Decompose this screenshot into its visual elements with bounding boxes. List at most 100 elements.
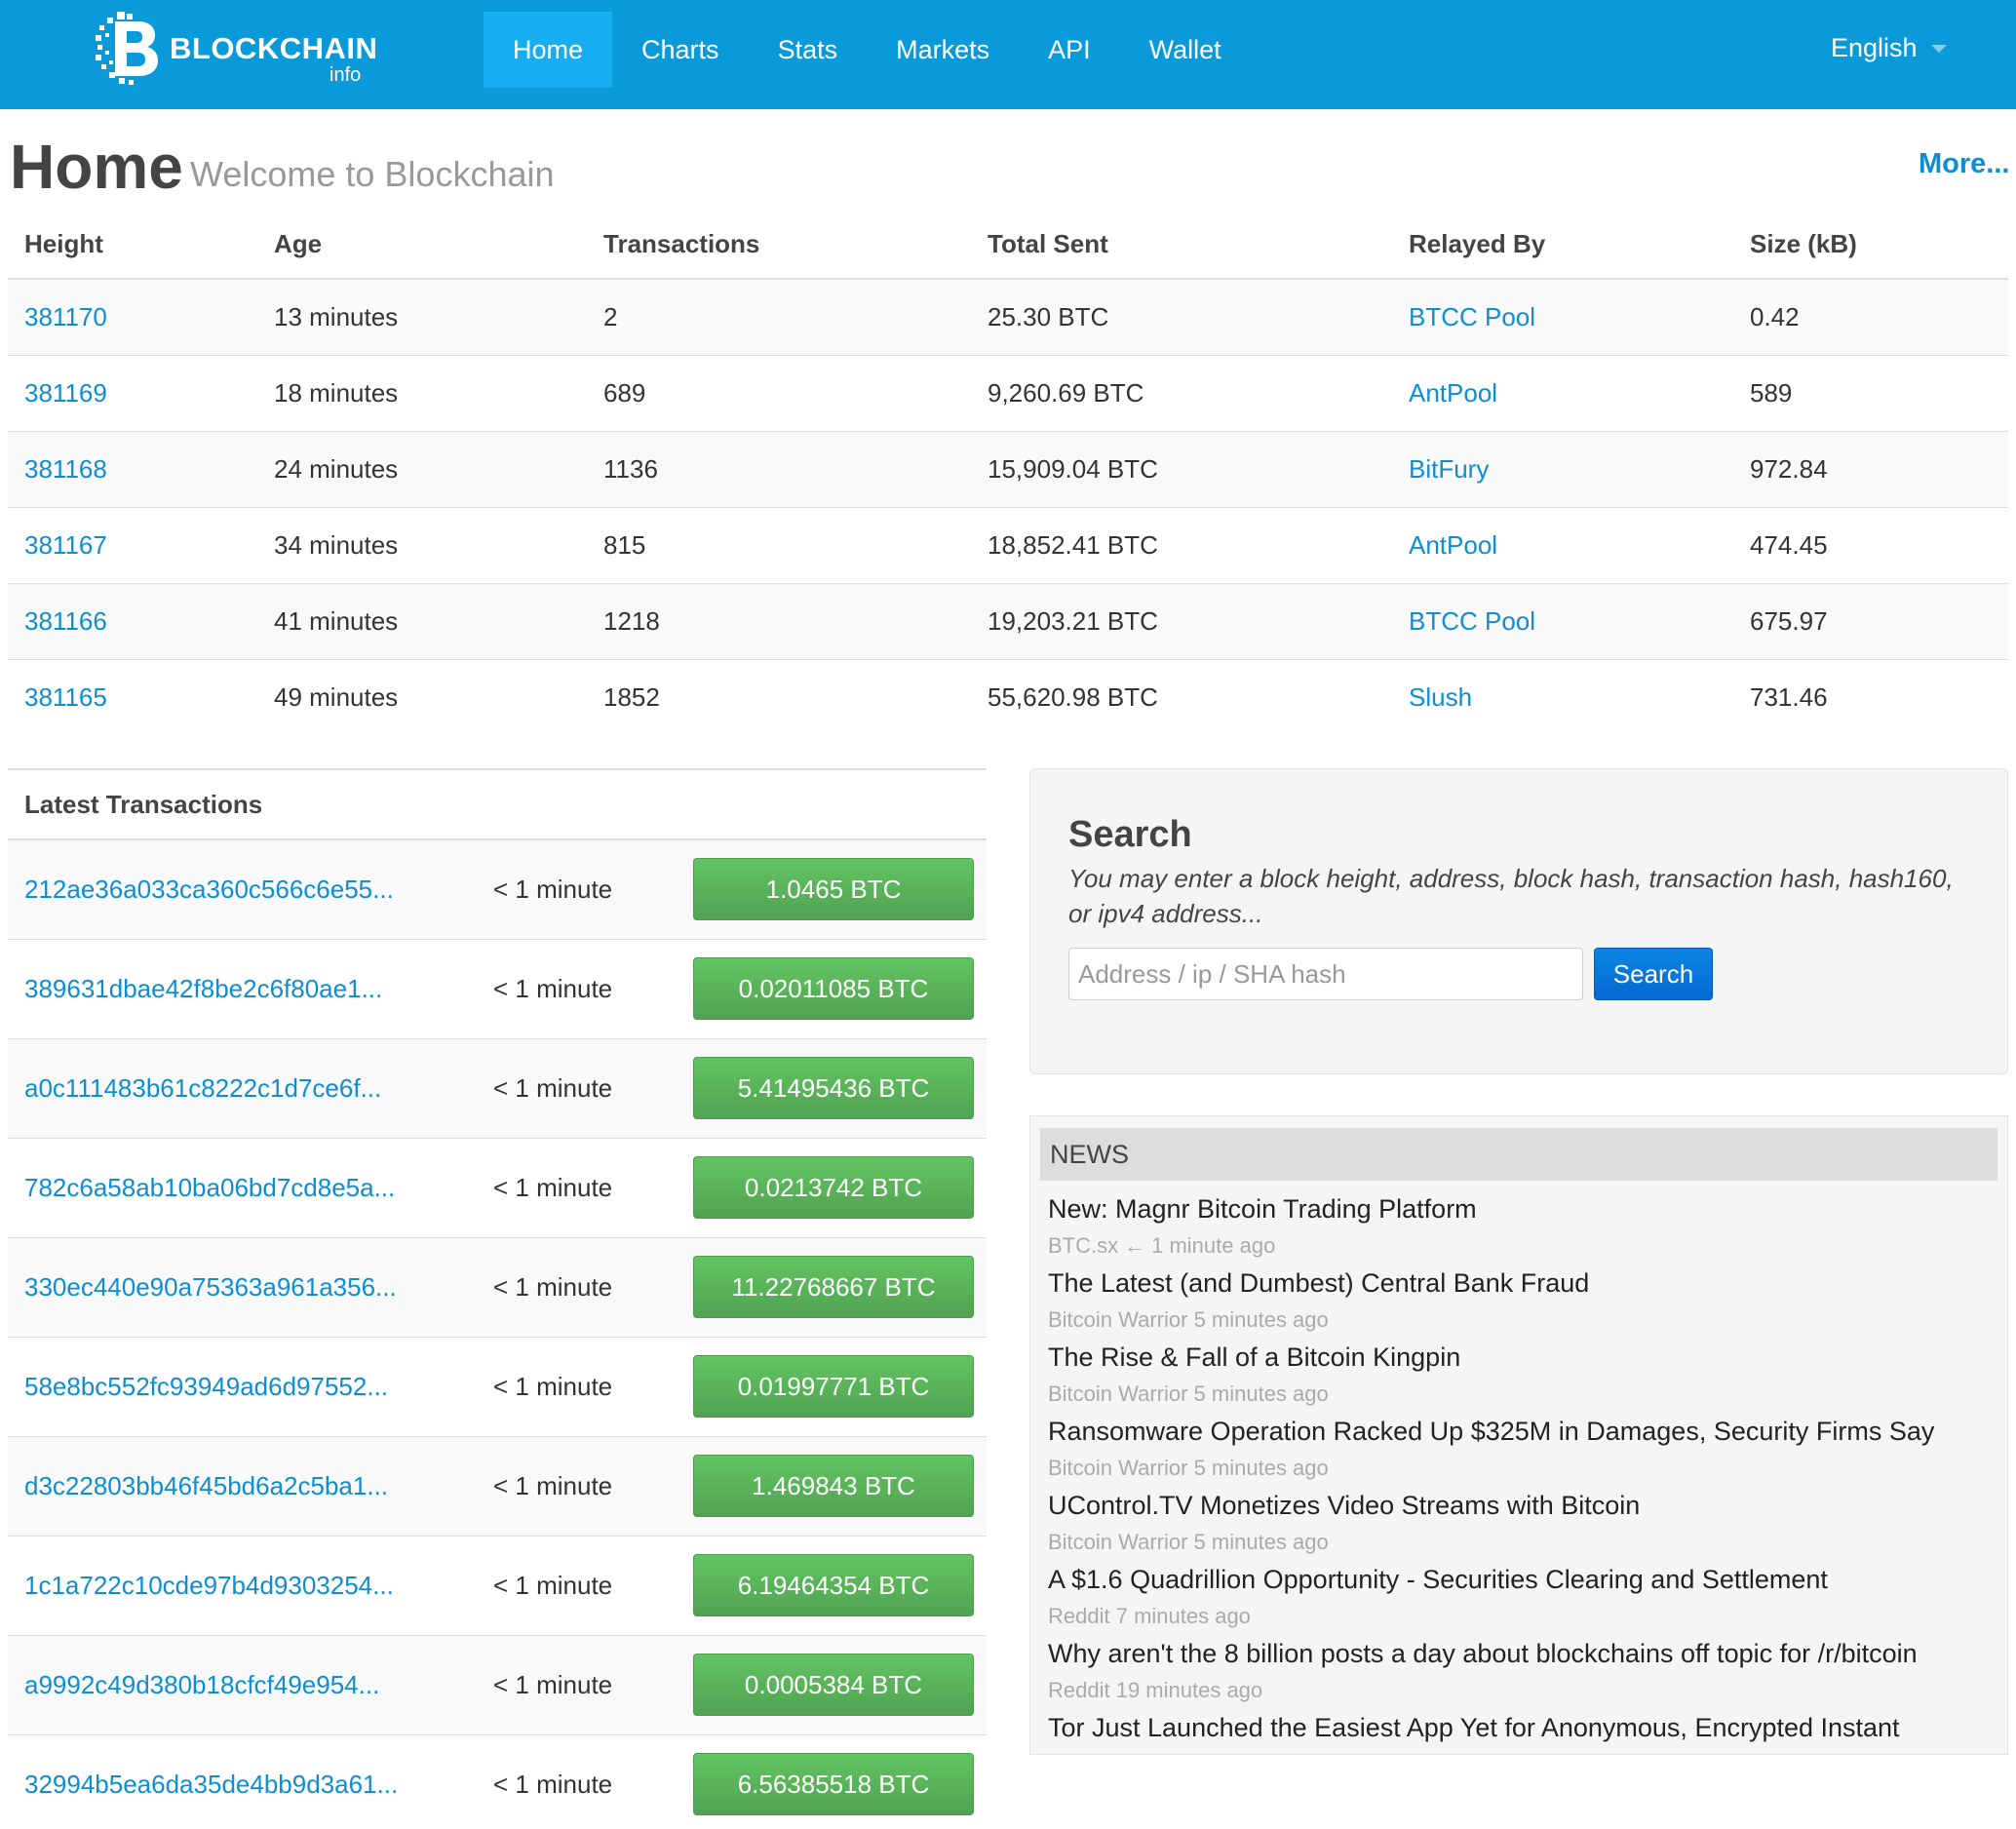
nav-wallet[interactable]: Wallet [1120,12,1251,88]
news-meta: Reddit 7 minutes ago [1048,1598,2003,1635]
block-age: 49 minutes [257,658,587,735]
transaction-age: < 1 minute [493,1435,693,1536]
news-time: 5 minutes ago [1193,1381,1329,1406]
relayed-by-link[interactable]: BitFury [1409,454,1489,484]
transaction-amount-button[interactable]: 6.19464354 BTC [693,1554,974,1616]
news-meta: Bitcoin Warrior 5 minutes ago [1048,1376,2003,1413]
transaction-age: < 1 minute [493,1733,693,1829]
block-height-link[interactable]: 381170 [24,302,107,331]
transaction-age: < 1 minute [493,1137,693,1237]
news-headline-link[interactable]: UControl.TV Monetizes Video Streams with… [1048,1487,2003,1524]
transaction-amount-button[interactable]: 6.56385518 BTC [693,1753,974,1816]
news-headline-link[interactable]: Why aren't the 8 billion posts a day abo… [1048,1635,2003,1672]
block-height-link[interactable]: 381169 [24,378,107,408]
news-item: The Rise & Fall of a Bitcoin Kingpin Bit… [1048,1339,2003,1413]
transaction-hash-link[interactable]: 782c6a58ab10ba06bd7cd8e5a... [24,1173,395,1202]
relayed-by-link[interactable]: Slush [1409,682,1472,712]
news-time: 1 minute ago [1151,1233,1276,1258]
table-row: 1c1a722c10cde97b4d9303254... < 1 minute … [8,1535,987,1635]
nav-home[interactable]: Home [484,12,613,88]
relayed-by-link[interactable]: AntPool [1409,530,1497,560]
news-item: A $1.6 Quadrillion Opportunity - Securit… [1048,1561,2003,1635]
language-dropdown[interactable]: English [1831,33,1947,63]
transaction-amount-button[interactable]: 0.02011085 BTC [693,957,974,1020]
blockchain-logo-icon [96,12,158,85]
transaction-amount-button[interactable]: 1.0465 BTC [693,858,974,921]
transaction-amount-button[interactable]: 1.469843 BTC [693,1455,974,1517]
block-size: 675.97 [1733,582,2008,659]
relayed-by-link[interactable]: AntPool [1409,378,1497,408]
nav-charts[interactable]: Charts [612,12,749,88]
transaction-age: < 1 minute [493,1236,693,1337]
search-title: Search [1068,814,1192,855]
table-row: 381169 18 minutes 689 9,260.69 BTC AntPo… [8,354,2008,431]
block-transactions: 2 [587,278,971,355]
relayed-by-link[interactable]: BTCC Pool [1409,606,1535,636]
news-item: Ransomware Operation Racked Up $325M in … [1048,1413,2003,1487]
block-age: 18 minutes [257,354,587,431]
nav-stats[interactable]: Stats [749,12,868,88]
news-time: 5 minutes ago [1193,1530,1329,1554]
transaction-hash-link[interactable]: 1c1a722c10cde97b4d9303254... [24,1571,394,1600]
news-meta: Reddit 19 minutes ago [1048,1672,2003,1709]
news-time: 7 minutes ago [1115,1604,1251,1628]
news-meta: Bitcoin Warrior 5 minutes ago [1048,1450,2003,1487]
search-panel: Search You may enter a block height, add… [1029,768,2008,1074]
news-headline-link[interactable]: The Rise & Fall of a Bitcoin Kingpin [1048,1339,2003,1376]
nav-api[interactable]: API [1019,12,1120,88]
column-header-total-sent: Total Sent [971,211,1392,280]
more-link[interactable]: More... [1919,148,2009,180]
transaction-age: < 1 minute [493,938,693,1038]
news-headline-link[interactable]: The Latest (and Dumbest) Central Bank Fr… [1048,1265,2003,1302]
transaction-hash-link[interactable]: 212ae36a033ca360c566c6e55... [24,875,394,904]
news-headline-link[interactable]: Ransomware Operation Racked Up $325M in … [1048,1413,2003,1450]
transaction-hash-link[interactable]: 32994b5ea6da35de4bb9d3a61... [24,1770,398,1799]
brand-subtitle: info [330,64,362,86]
news-headline-link[interactable]: Tor Just Launched the Easiest App Yet fo… [1048,1709,2003,1746]
transaction-hash-link[interactable]: 58e8bc552fc93949ad6d97552... [24,1372,388,1401]
block-height-link[interactable]: 381167 [24,530,107,560]
block-transactions: 1218 [587,582,971,659]
transaction-hash-link[interactable]: a0c111483b61c8222c1d7ce6f... [24,1073,381,1103]
brand-logo-link[interactable]: BLOCKCHAIN info [96,12,378,86]
search-button[interactable]: Search [1594,948,1713,1000]
block-age: 41 minutes [257,582,587,659]
transaction-age: < 1 minute [493,1535,693,1635]
block-total-sent: 19,203.21 BTC [971,582,1392,659]
transaction-hash-link[interactable]: 330ec440e90a75363a961a356... [24,1272,397,1302]
transaction-hash-link[interactable]: 389631dbae42f8be2c6f80ae1... [24,974,382,1003]
relayed-by-link[interactable]: BTCC Pool [1409,302,1535,331]
news-meta: Bitcoin Warrior 5 minutes ago [1048,1524,2003,1561]
search-help-text: You may enter a block height, address, b… [1068,864,1954,928]
block-age: 13 minutes [257,278,587,355]
table-row: 381168 24 minutes 1136 15,909.04 BTC Bit… [8,430,2008,507]
main-nav: Home Charts Stats Markets API Wallet [484,12,1251,88]
transaction-amount-button[interactable]: 0.01997771 BTC [693,1355,974,1418]
block-height-link[interactable]: 381165 [24,682,107,712]
news-source: Reddit [1048,1604,1110,1628]
latest-transactions-title: Latest Transactions [8,768,987,840]
news-item: New: Magnr Bitcoin Trading Platform BTC.… [1048,1190,2003,1265]
transaction-amount-button[interactable]: 11.22768667 BTC [693,1256,974,1318]
news-list: New: Magnr Bitcoin Trading Platform BTC.… [1048,1190,2003,1754]
transaction-hash-link[interactable]: a9992c49d380b18cfcf49e954... [24,1670,379,1699]
news-headline-link[interactable]: New: Magnr Bitcoin Trading Platform [1048,1190,2003,1227]
block-height-link[interactable]: 381168 [24,454,107,484]
news-headline-link[interactable]: A $1.6 Quadrillion Opportunity - Securit… [1048,1561,2003,1598]
nav-markets[interactable]: Markets [867,12,1019,88]
news-meta: Bitcoin Warrior 5 minutes ago [1048,1302,2003,1339]
search-input[interactable] [1068,948,1583,1000]
table-row: a9992c49d380b18cfcf49e954... < 1 minute … [8,1634,987,1734]
transaction-amount-button[interactable]: 0.0213742 BTC [693,1156,974,1219]
table-row: 381166 41 minutes 1218 19,203.21 BTC BTC… [8,582,2008,659]
block-size: 972.84 [1733,430,2008,507]
caret-down-icon [1930,44,1947,53]
news-item: UControl.TV Monetizes Video Streams with… [1048,1487,2003,1561]
news-meta: BTC.sx ← 1 minute ago [1048,1227,2003,1265]
transaction-amount-button[interactable]: 5.41495436 BTC [693,1057,974,1119]
block-height-link[interactable]: 381166 [24,606,107,636]
transaction-amount-button[interactable]: 0.0005384 BTC [693,1654,974,1716]
news-title: NEWS [1040,1128,1997,1181]
transaction-hash-link[interactable]: d3c22803bb46f45bd6a2c5ba1... [24,1471,388,1500]
block-age: 24 minutes [257,430,587,507]
